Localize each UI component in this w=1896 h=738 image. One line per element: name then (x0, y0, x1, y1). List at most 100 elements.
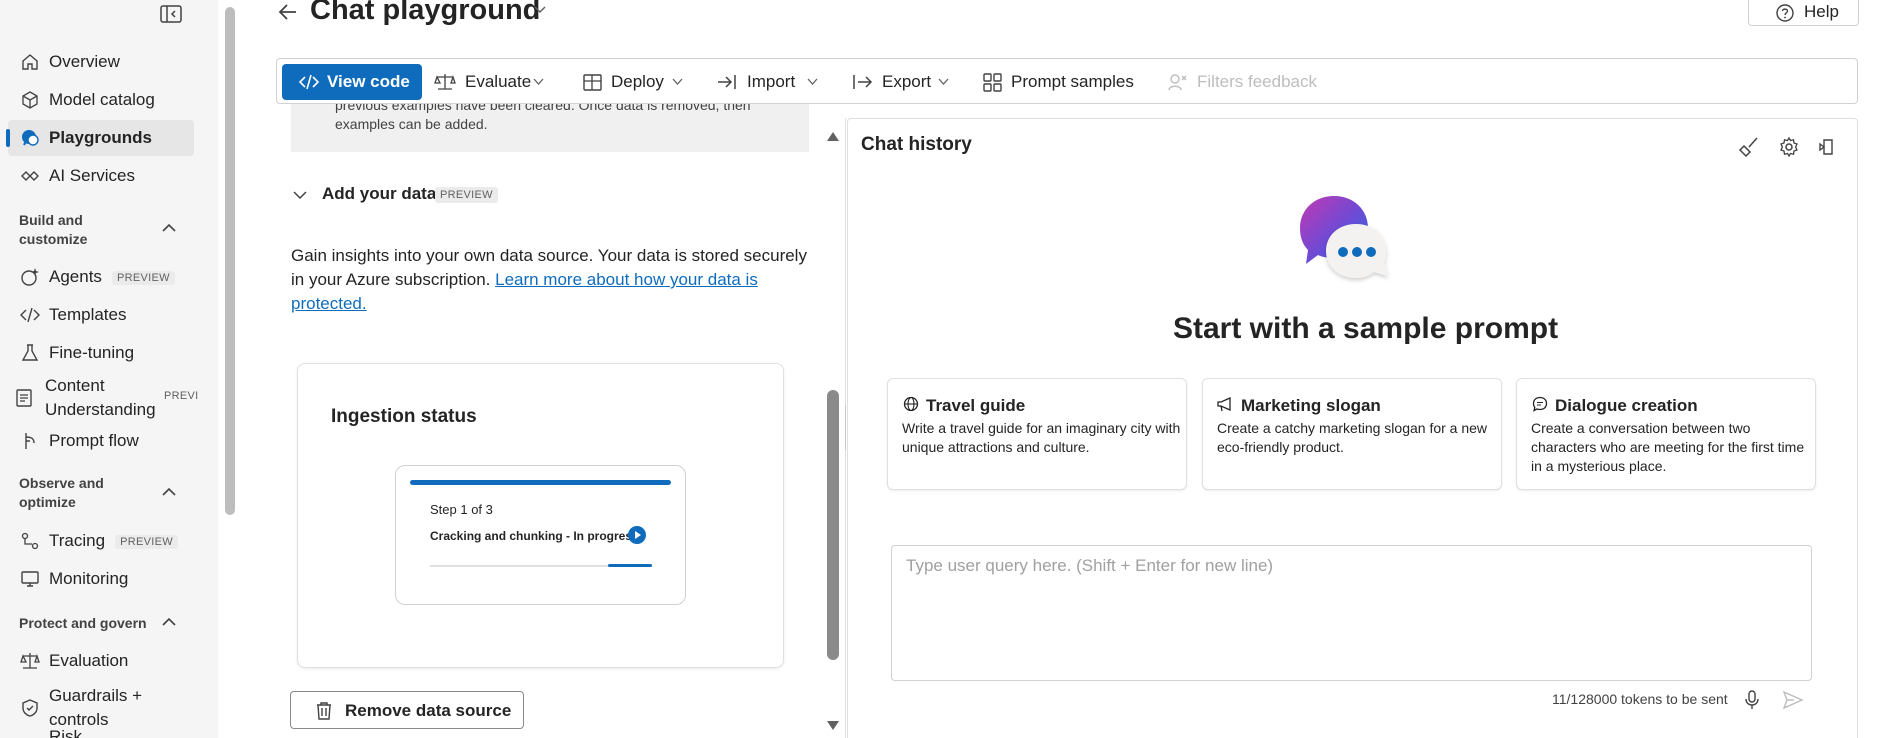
sidebar-item-label: Prompt flow (49, 431, 139, 450)
sidebar-item-label: AI Services (49, 166, 135, 185)
step-header-bar (410, 480, 671, 485)
sidebar-item-label: Tracing (49, 531, 106, 550)
sample-card-dialogue-creation[interactable]: Dialogue creation Create a conversation … (1516, 378, 1816, 490)
sidebar-item-label: Model catalog (49, 90, 155, 109)
notice-line: previous examples have been cleared. Onc… (335, 104, 751, 113)
cube-icon (20, 90, 40, 110)
chat-icon (20, 128, 40, 148)
filters-feedback-label: Filters feedback (1197, 72, 1317, 91)
sparkle-icon (20, 267, 40, 287)
ingestion-step-card: Step 1 of 3 Cracking and chunking - In p… (395, 465, 686, 605)
prompt-samples-button[interactable]: Prompt samples (982, 64, 1142, 100)
import-icon (717, 72, 739, 92)
sample-description: Write a travel guide for an imaginary ci… (902, 420, 1181, 455)
scale-icon (20, 651, 40, 671)
toolbar: View code Evaluate Deploy Import Export … (276, 58, 1858, 104)
sidebar-item-content-understanding[interactable]: Content Understanding PREVI (8, 376, 198, 419)
scroll-down-icon[interactable] (826, 720, 840, 732)
nav-section-build: Build and customize (19, 212, 88, 247)
import-button[interactable]: Import (717, 64, 827, 100)
nav-scrollbar[interactable] (225, 7, 235, 515)
sidebar-item-ai-services[interactable]: AI Services (8, 158, 194, 194)
home-icon (20, 52, 40, 72)
sample-title: Marketing slogan (1241, 396, 1381, 415)
sidebar-item-prompt-flow[interactable]: Prompt flow (8, 423, 194, 459)
code-icon (298, 72, 320, 92)
chat-history-title: Chat history (861, 134, 972, 155)
filters-feedback-button[interactable]: Filters feedback (1167, 64, 1327, 100)
ingestion-status-card: Ingestion status Step 1 of 3 Cracking an… (297, 363, 784, 668)
chevron-up-icon[interactable] (160, 486, 178, 498)
chevron-down-icon (938, 78, 949, 86)
send-icon[interactable] (1782, 690, 1804, 710)
play-icon (628, 526, 646, 544)
export-icon (851, 72, 873, 92)
preview-badge: PREVIEW (435, 187, 498, 203)
sidebar-item-label: Risk (49, 727, 83, 738)
help-button[interactable]: Help (1748, 0, 1859, 26)
evaluate-button[interactable]: Evaluate (434, 64, 554, 100)
sidebar-item-playgrounds[interactable]: Playgrounds (6, 120, 194, 156)
collapse-nav-icon[interactable] (159, 4, 183, 24)
collapse-panel-icon[interactable] (1816, 136, 1838, 158)
ingestion-status-title: Ingestion status (331, 406, 477, 427)
scale-icon (434, 72, 456, 92)
export-label: Export (882, 72, 932, 91)
monitor-icon (20, 569, 40, 589)
code-icon (20, 305, 40, 325)
sample-card-travel-guide[interactable]: Travel guide Write a travel guide for an… (887, 378, 1187, 490)
sidebar-item-risk[interactable]: Risk (8, 727, 194, 738)
user-query-input[interactable] (892, 546, 1811, 680)
sidebar-item-fine-tuning[interactable]: Fine-tuning (8, 335, 194, 371)
export-button[interactable]: Export (851, 64, 961, 100)
back-arrow-icon[interactable] (276, 0, 300, 24)
panel-scrollbar-thumb[interactable] (827, 390, 839, 660)
sidebar-item-evaluation[interactable]: Evaluation (8, 643, 194, 679)
step-progress-track (430, 564, 652, 567)
sidebar-item-label: Fine-tuning (49, 343, 135, 362)
help-circle-icon (1775, 3, 1795, 23)
add-your-data-label: Add your data (322, 184, 437, 203)
prompt-samples-label: Prompt samples (1011, 72, 1134, 91)
trash-icon (315, 701, 333, 721)
gear-icon[interactable] (1778, 136, 1800, 158)
chevron-up-icon[interactable] (160, 616, 178, 628)
sidebar-item-label: Templates (49, 305, 127, 324)
link-icon (20, 166, 40, 186)
sample-card-marketing-slogan[interactable]: Marketing slogan Create a catchy marketi… (1202, 378, 1502, 490)
sidebar-item-model-catalog[interactable]: Model catalog (8, 82, 194, 118)
sidebar-item-label: Agents (49, 267, 102, 286)
help-label: Help (1804, 2, 1839, 21)
sidebar-item-guardrails[interactable]: Guardrails + controls (8, 685, 194, 731)
tracing-icon (20, 531, 40, 551)
microphone-icon[interactable] (1744, 690, 1760, 710)
broom-icon[interactable] (1738, 136, 1760, 158)
sidebar-item-overview[interactable]: Overview (8, 44, 194, 80)
sidebar-item-label: Monitoring (49, 569, 129, 588)
megaphone-icon (1216, 396, 1232, 412)
scroll-up-icon[interactable] (826, 130, 840, 142)
notice-text: previous examples have been cleared. Onc… (335, 104, 805, 134)
globe-icon (903, 396, 919, 412)
sidebar-item-label: Content Understanding (45, 376, 156, 419)
chevron-down-icon[interactable] (534, 6, 546, 14)
nav-section-observe: Observe and optimize (19, 475, 104, 510)
sidebar-item-monitoring[interactable]: Monitoring (8, 561, 194, 597)
notice-line: examples can be added. (335, 116, 488, 132)
remove-data-source-button[interactable]: Remove data source (290, 691, 524, 729)
sidebar-item-templates[interactable]: Templates (8, 297, 194, 333)
remove-data-source-label: Remove data source (345, 701, 512, 720)
page-title: Chat playground (310, 0, 541, 26)
sidebar-item-agents[interactable]: Agents PREVIEW (8, 259, 194, 295)
sample-title: Dialogue creation (1555, 396, 1698, 415)
view-code-button[interactable]: View code (282, 64, 422, 100)
left-nav: Overview Model catalog Playgrounds AI Se… (0, 0, 218, 738)
sidebar-item-label: Overview (49, 52, 120, 71)
import-label: Import (747, 72, 796, 91)
sidebar-item-tracing[interactable]: Tracing PREVIEW (8, 523, 194, 559)
sidebar-item-label: Playgrounds (49, 128, 152, 147)
deploy-button[interactable]: Deploy (582, 64, 692, 100)
step-description: Cracking and chunking - In progress (430, 529, 639, 543)
flask-icon (20, 343, 40, 363)
chevron-up-icon[interactable] (160, 222, 178, 234)
